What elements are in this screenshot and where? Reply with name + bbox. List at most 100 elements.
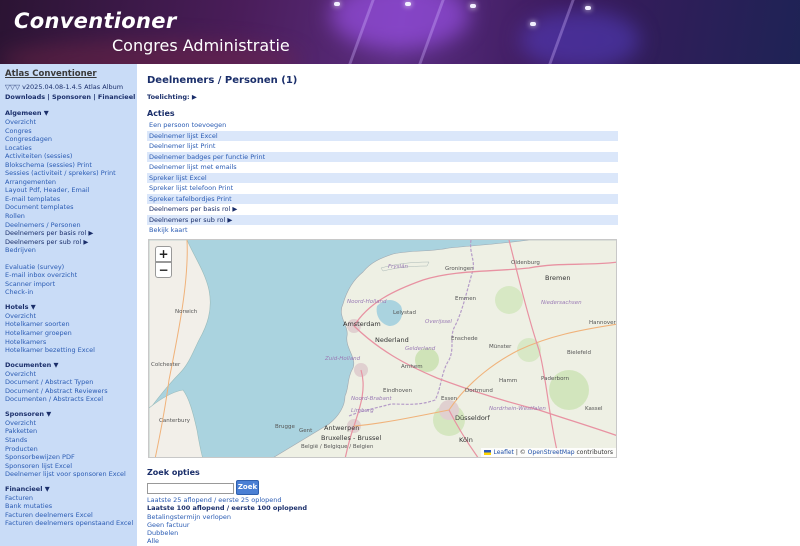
sidebar-item[interactable]: Blokschema (sessies) Print: [5, 161, 137, 170]
sidebar-item[interactable]: Rollen: [5, 212, 137, 221]
map-label: Hamm: [499, 378, 518, 384]
sidebar-item[interactable]: Overzicht: [5, 118, 137, 127]
top-links[interactable]: Downloads | Sponsoren | Financieel: [5, 93, 137, 101]
map-label: Essen: [441, 396, 458, 402]
action-link[interactable]: Deelnemers per basis rol ▶: [147, 204, 618, 215]
sidebar-item[interactable]: Document / Abstract Typen: [5, 378, 137, 387]
sidebar-item[interactable]: Sponsorbewijzen PDF: [5, 453, 137, 462]
sidebar-item[interactable]: Layout Pdf, Header, Email: [5, 186, 137, 195]
sidebar-item[interactable]: Deelnemers / Personen: [5, 221, 137, 230]
attribution-tail: contributors: [574, 449, 614, 456]
search-input[interactable]: [147, 483, 234, 494]
sidebar-item[interactable]: Sponsoren lijst Excel: [5, 462, 137, 471]
action-link[interactable]: Deelnemer lijst Excel: [147, 130, 618, 141]
header-banner: Conventioner Congres Administratie: [0, 0, 800, 64]
map-label: Kassel: [585, 406, 603, 412]
map-label: Zuid-Holland: [325, 356, 361, 362]
map-label: Gent: [299, 428, 313, 434]
brand-logo[interactable]: Conventioner: [14, 9, 176, 33]
sidebar-section-heading[interactable]: Sponsoren ▼: [5, 410, 137, 419]
action-link[interactable]: Bekijk kaart: [147, 225, 618, 236]
sidebar-item[interactable]: Bedrijven: [5, 246, 137, 255]
map-label: Münster: [489, 344, 512, 350]
zoom-in-button[interactable]: +: [155, 246, 172, 262]
sidebar-item[interactable]: Bank mutaties: [5, 502, 137, 511]
sidebar-section-heading[interactable]: Financieel ▼: [5, 485, 137, 494]
sidebar-item[interactable]: Locaties: [5, 144, 137, 153]
map-label: Noord-Brabant: [351, 396, 392, 402]
version-text: ▽▽▽ v2025.04.08-1.4.5 Atlas Album: [5, 83, 124, 91]
sidebar-item[interactable]: Sessies (activiteit / sprekers) Print: [5, 169, 137, 178]
sidebar-item[interactable]: Scanner import: [5, 280, 137, 289]
sidebar-item[interactable]: Facturen: [5, 494, 137, 503]
map-label: Noord-Holland: [347, 299, 387, 305]
map-label: Emmen: [455, 296, 477, 302]
sidebar-item[interactable]: Arrangementen: [5, 178, 137, 187]
search-option-link[interactable]: Geen factuur: [147, 521, 307, 529]
map-label: Nederland: [375, 336, 409, 344]
map-label: Brugge: [275, 424, 295, 430]
sidebar-item[interactable]: Deelnemers per basis rol ▶: [5, 229, 137, 238]
search-option-link[interactable]: Laatste 100 aflopend / eerste 100 oplope…: [147, 504, 307, 512]
sidebar-item[interactable]: Document / Abstract Reviewers: [5, 387, 137, 396]
search-option-link[interactable]: Alle: [147, 537, 307, 545]
openstreetmap-link[interactable]: OpenStreetMap: [528, 449, 575, 456]
sidebar-item[interactable]: E-mail inbox overzicht: [5, 271, 137, 280]
sidebar-item[interactable]: Activiteiten (sessies): [5, 152, 137, 161]
sidebar-item[interactable]: Hotelkamer soorten: [5, 320, 137, 329]
sidebar-item[interactable]: Stands: [5, 436, 137, 445]
main-content: Deelnemers / Personen (1) Toelichting: ▶…: [147, 64, 800, 546]
sidebar-item[interactable]: Facturen deelnemers Excel: [5, 511, 137, 520]
map-label: Arnhem: [401, 364, 423, 370]
search-option-link[interactable]: Betalingstermijn verlopen: [147, 513, 307, 521]
zoek-heading: Zoek opties: [147, 468, 200, 477]
banner-spotlight: [405, 2, 411, 6]
actions-list: Een persoon toevoegen Deelnemer lijst Exc…: [147, 120, 618, 236]
sidebar-item[interactable]: Hotelkamers: [5, 338, 137, 347]
sidebar-item[interactable]: Document templates: [5, 203, 137, 212]
map-label: Norwich: [175, 309, 198, 315]
sidebar-item[interactable]: Deelnemer lijst voor sponsoren Excel: [5, 470, 137, 479]
search-button[interactable]: Zoek: [236, 480, 259, 495]
zoom-out-button[interactable]: −: [155, 262, 172, 278]
sidebar-item[interactable]: Overzicht: [5, 419, 137, 428]
search-option-link[interactable]: Dubbelen: [147, 529, 307, 537]
sidebar-item[interactable]: Check-in: [5, 288, 137, 297]
sidebar-item[interactable]: E-mail templates: [5, 195, 137, 204]
sidebar-item[interactable]: Hotelkamer groepen: [5, 329, 137, 338]
sidebar-item[interactable]: Producten: [5, 445, 137, 454]
brand-subtitle: Congres Administratie: [112, 36, 290, 55]
map-label: Niedersachsen: [541, 300, 582, 306]
action-link[interactable]: Een persoon toevoegen: [147, 120, 618, 131]
sidebar-item[interactable]: Congres: [5, 127, 137, 136]
sidebar-section-heading[interactable]: Hotels ▼: [5, 303, 137, 312]
action-link[interactable]: Spreker lijst telefoon Print: [147, 183, 618, 194]
toelichting-toggle[interactable]: Toelichting: ▶: [147, 93, 197, 101]
sidebar-item[interactable]: Evaluatie (survey): [5, 263, 137, 272]
sidebar-item[interactable]: Overzicht: [5, 312, 137, 321]
sidebar-title[interactable]: Atlas Conventioner: [5, 69, 137, 79]
sidebar-item[interactable]: Hotelkamer bezetting Excel: [5, 346, 137, 355]
sidebar-item[interactable]: Documenten / Abstracts Excel: [5, 395, 137, 404]
leaflet-link[interactable]: Leaflet: [493, 449, 513, 456]
sidebar-item[interactable]: Facturen deelnemers openstaand Excel: [5, 519, 137, 528]
sidebar-item[interactable]: Deelnemers per sub rol ▶: [5, 238, 137, 247]
search-option-link[interactable]: Laatste 25 aflopend / eerste 25 oplopend: [147, 496, 307, 504]
action-link[interactable]: Spreker tafelbordjes Print: [147, 193, 618, 204]
action-link[interactable]: Deelnemers per sub rol ▶: [147, 214, 618, 225]
sidebar-section-heading[interactable]: Documenten ▼: [5, 361, 137, 370]
action-link[interactable]: Deelnemer lijst Print: [147, 141, 618, 152]
action-link[interactable]: Deelnemer badges per functie Print: [147, 151, 618, 162]
sidebar-section-heading[interactable]: Algemeen ▼: [5, 109, 137, 118]
map-label: Amsterdam: [343, 320, 381, 328]
banner-spotlight: [470, 4, 476, 8]
sidebar-item[interactable]: Overzicht: [5, 370, 137, 379]
map[interactable]: Norwich Colchester Canterbury Fryslân Gr…: [148, 239, 617, 458]
sidebar-item[interactable]: Congresdagen: [5, 135, 137, 144]
sidebar-item[interactable]: Pakketten: [5, 427, 137, 436]
action-link[interactable]: Deelnemer lijst met emails: [147, 162, 618, 173]
action-link[interactable]: Spreker lijst Excel: [147, 172, 618, 183]
map-label: Oldenburg: [511, 260, 540, 266]
map-label: Eindhoven: [383, 388, 412, 394]
